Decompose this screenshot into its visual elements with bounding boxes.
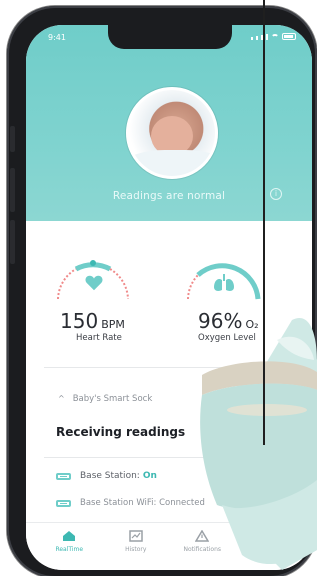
mute-switch	[10, 126, 15, 152]
bottom-nav: RealTime History Notifications Account	[26, 522, 312, 570]
heart-rate-number: 150	[60, 309, 99, 333]
app-screen: Readings are normal i 9:41 150 BPM Heart…	[26, 25, 312, 570]
nav-account-label: Account	[256, 546, 281, 553]
heart-rate-gauge	[48, 253, 138, 308]
avatar-blanket	[129, 150, 215, 176]
battery-icon	[282, 33, 296, 40]
header: Readings are normal i	[26, 25, 312, 221]
nav-notifications-label: Notifications	[183, 546, 222, 553]
base-station-wifi-row: Base Station WiFi: Connected	[56, 497, 205, 509]
nav-history-label: History	[125, 546, 147, 553]
heart-rate-unit: BPM	[101, 318, 125, 331]
readings-status: Readings are normal	[112, 190, 226, 202]
base-station-status: On	[142, 471, 157, 481]
volume-down-button	[10, 220, 15, 264]
oxygen-value: 96% O₂	[198, 309, 259, 333]
base-station-wifi-label: Base Station WiFi: Connected	[80, 498, 205, 508]
page: Readings are normal i 9:41 150 BPM Heart…	[0, 0, 317, 576]
divider	[44, 457, 294, 458]
info-icon[interactable]: i	[270, 188, 282, 200]
warning-icon	[195, 530, 210, 542]
oxygen-number: 96%	[198, 309, 243, 333]
nav-notifications[interactable]: Notifications	[169, 523, 236, 570]
signal-bar-4	[266, 34, 268, 40]
oxygen-unit: O₂	[245, 318, 259, 331]
wifi-icon	[271, 34, 279, 40]
history-icon	[129, 530, 143, 542]
oxygen-label: Oxygen Level	[198, 333, 256, 343]
base-station-label: Base Station:	[80, 471, 140, 481]
pointer-line	[263, 0, 265, 445]
base-station-wifi-icon	[56, 499, 71, 507]
status-bar: 9:41	[26, 25, 312, 51]
signal-bar-2	[256, 36, 258, 40]
base-station-row: Base Station: On	[56, 471, 157, 481]
sock-section-toggle[interactable]: ^ Baby's Smart Sock	[58, 394, 152, 404]
account-icon	[262, 530, 276, 542]
baby-avatar	[126, 87, 218, 179]
heart-rate-value: 150 BPM	[60, 309, 125, 333]
status-icons	[251, 33, 296, 40]
nav-history[interactable]: History	[103, 523, 170, 570]
lungs-icon	[214, 274, 234, 291]
sock-section-label: Baby's Smart Sock	[72, 394, 153, 404]
divider	[44, 367, 294, 368]
phone-frame: Readings are normal i 9:41 150 BPM Heart…	[7, 6, 317, 576]
home-icon	[63, 531, 76, 541]
signal-bar-1	[251, 37, 253, 40]
base-station-icon	[56, 472, 71, 480]
heart-icon	[85, 275, 103, 291]
oxygen-gauge	[178, 253, 268, 308]
nav-realtime-label: RealTime	[55, 546, 84, 553]
nav-account[interactable]: Account	[236, 523, 303, 570]
chevron-up-icon: ^	[58, 394, 65, 403]
nav-realtime[interactable]: RealTime	[36, 523, 103, 570]
volume-up-button	[10, 168, 15, 212]
status-time: 9:41	[48, 33, 66, 42]
heart-rate-label: Heart Rate	[76, 333, 122, 343]
receiving-readings-status: Receiving readings	[56, 425, 186, 439]
